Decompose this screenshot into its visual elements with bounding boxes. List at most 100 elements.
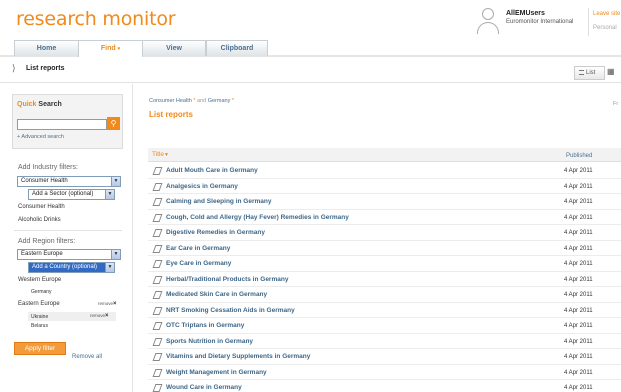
region-item-ukraine: Ukraine (31, 314, 49, 320)
report-title-link[interactable]: Vitamins and Dietary Supplements in Germ… (166, 353, 310, 360)
chevron-down-icon: ▼ (105, 190, 114, 199)
tab-view[interactable]: View (142, 40, 206, 56)
search-button[interactable]: ⚲ (107, 117, 120, 130)
report-title-link[interactable]: Cough, Cold and Allergy (Hay Fever) Reme… (166, 214, 349, 221)
report-title-link[interactable]: NRT Smoking Cessation Aids in Germany (166, 307, 295, 314)
report-title-link[interactable]: Digestive Remedies in Germany (166, 229, 265, 236)
filter-breadcrumb: Consumer Health * and Germany * (149, 98, 235, 104)
document-icon (153, 291, 161, 298)
region-item-western-europe: Western Europe (18, 277, 62, 283)
list-view-button[interactable]: List (574, 66, 605, 80)
report-date: 4 Apr 2011 (564, 292, 593, 298)
table-row: Cough, Cold and Allergy (Hay Fever) Reme… (148, 210, 621, 225)
table-row: Sports Nutrition in Germany 4 Apr 2011 (148, 334, 621, 349)
report-date: 4 Apr 2011 (564, 199, 593, 205)
search-input[interactable] (17, 119, 107, 130)
table-row: Herbal/Traditional Products in Germany 4 … (148, 272, 621, 287)
report-title-link[interactable]: Analgesics in Germany (166, 183, 238, 190)
report-date: 4 Apr 2011 (564, 183, 593, 190)
table-row: Analgesics in Germany 4 Apr 2011 (148, 179, 621, 194)
region-item-germany: Germany (31, 289, 52, 295)
document-icon (153, 384, 161, 391)
table-row: Wound Care in Germany 4 Apr 2011 (148, 380, 621, 392)
report-title-link[interactable]: Calming and Sleeping in Germany (166, 198, 271, 205)
chevron-down-icon: ▼ (105, 263, 114, 272)
close-icon: × (105, 313, 109, 319)
report-title-link[interactable]: Weight Management in Germany (166, 369, 267, 376)
document-icon (153, 353, 161, 360)
country-select[interactable]: Add a Country (optional) ▼ (28, 262, 115, 273)
document-icon (153, 183, 161, 190)
document-icon (153, 276, 161, 283)
report-date: 4 Apr 2011 (564, 276, 593, 283)
table-row: Ear Care in Germany 4 Apr 2011 (148, 241, 621, 256)
table-row: Calming and Sleeping in Germany 4 Apr 201… (148, 194, 621, 210)
tab-find[interactable]: Find ▾ (78, 40, 143, 57)
report-date: 4 Apr 2011 (564, 323, 593, 329)
leave-site-link[interactable]: Leave site (593, 11, 620, 17)
region-select[interactable]: Eastern Europe ▼ (17, 249, 121, 260)
region-item-eastern-europe: Eastern Europe (18, 301, 60, 307)
report-date: 4 Apr 2011 (564, 168, 593, 174)
tab-clipboard[interactable]: Clipboard (206, 40, 268, 56)
table-row: Digestive Remedies in Germany 4 Apr 2011 (148, 225, 621, 241)
table-row: Vitamins and Dietary Supplements in Germ… (148, 349, 621, 365)
chevron-down-icon: ▼ (111, 250, 120, 259)
sector-select[interactable]: Add a Sector (optional) ▼ (28, 189, 115, 200)
document-icon (153, 245, 161, 252)
close-icon: × (113, 301, 117, 307)
report-title-link[interactable]: Medicated Skin Care in Germany (166, 291, 267, 298)
document-icon (153, 260, 161, 267)
table-row: Weight Management in Germany 4 Apr 2011 (148, 365, 621, 380)
document-icon (153, 198, 161, 205)
remove-all-link[interactable]: Remove all (72, 354, 102, 360)
chevron-down-icon: ▾ (117, 46, 121, 52)
report-title-link[interactable]: Herbal/Traditional Products in Germany (166, 276, 288, 283)
remove-ukraine-link[interactable]: remove× (90, 313, 109, 319)
research-monitor-logo[interactable]: research monitor (16, 8, 176, 30)
grid-view-button[interactable]: ▦ (607, 66, 621, 80)
personal-link[interactable]: Personal (593, 25, 617, 31)
user-name: AllEMUsers (506, 10, 545, 17)
report-title-link[interactable]: Ear Care in Germany (166, 245, 230, 252)
report-title-link[interactable]: Adult Mouth Care in Germany (166, 167, 258, 174)
user-organization: Euromonitor International (506, 19, 574, 25)
report-date: 4 Apr 2011 (564, 385, 593, 391)
document-icon (153, 338, 161, 345)
table-row: NRT Smoking Cessation Aids in Germany 4 A… (148, 303, 621, 318)
table-row: Eye Care in Germany 4 Apr 2011 (148, 256, 621, 272)
header-divider (588, 8, 589, 36)
chevron-down-icon: ▼ (111, 177, 120, 186)
document-icon (153, 214, 161, 221)
report-date: 4 Apr 2011 (564, 245, 593, 252)
advanced-search-link[interactable]: + Advanced search (17, 134, 64, 140)
list-icon (579, 69, 584, 75)
tab-home[interactable]: Home (14, 40, 79, 56)
report-title-link[interactable]: Eye Care in Germany (166, 260, 231, 267)
industry-item-alcoholic-drinks: Alcoholic Drinks (18, 217, 61, 223)
report-title-link[interactable]: Wound Care in Germany (166, 384, 242, 391)
report-date: 4 Apr 2011 (564, 354, 593, 360)
industry-filters-label: Add Industry filters: (18, 164, 78, 171)
report-date: 4 Apr 2011 (564, 214, 593, 221)
breadcrumb-bar (0, 57, 621, 83)
table-row: OTC Triptans in Germany 4 Apr 2011 (148, 318, 621, 334)
report-title-link[interactable]: Sports Nutrition in Germany (166, 338, 253, 345)
search-icon: ⚲ (110, 119, 117, 128)
panel-divider (132, 84, 133, 392)
document-icon (153, 369, 161, 376)
column-header-published[interactable]: Published (566, 153, 592, 159)
column-header-title[interactable]: Title▼ (152, 151, 169, 158)
report-date: 4 Apr 2011 (564, 261, 593, 267)
sort-desc-icon: ▼ (164, 152, 169, 158)
report-date: 4 Apr 2011 (564, 307, 593, 314)
filter-divider (14, 230, 122, 231)
page-title: List reports (26, 65, 65, 72)
document-icon (153, 229, 161, 236)
document-icon (153, 322, 161, 329)
industry-item-consumer-health: Consumer Health (18, 204, 65, 210)
report-title-link[interactable]: OTC Triptans in Germany (166, 322, 244, 329)
remove-eastern-europe-link[interactable]: remove× (98, 301, 117, 307)
industry-select[interactable]: Consumer Health ▼ (17, 176, 121, 187)
apply-filter-button[interactable]: Apply filter (14, 342, 66, 355)
